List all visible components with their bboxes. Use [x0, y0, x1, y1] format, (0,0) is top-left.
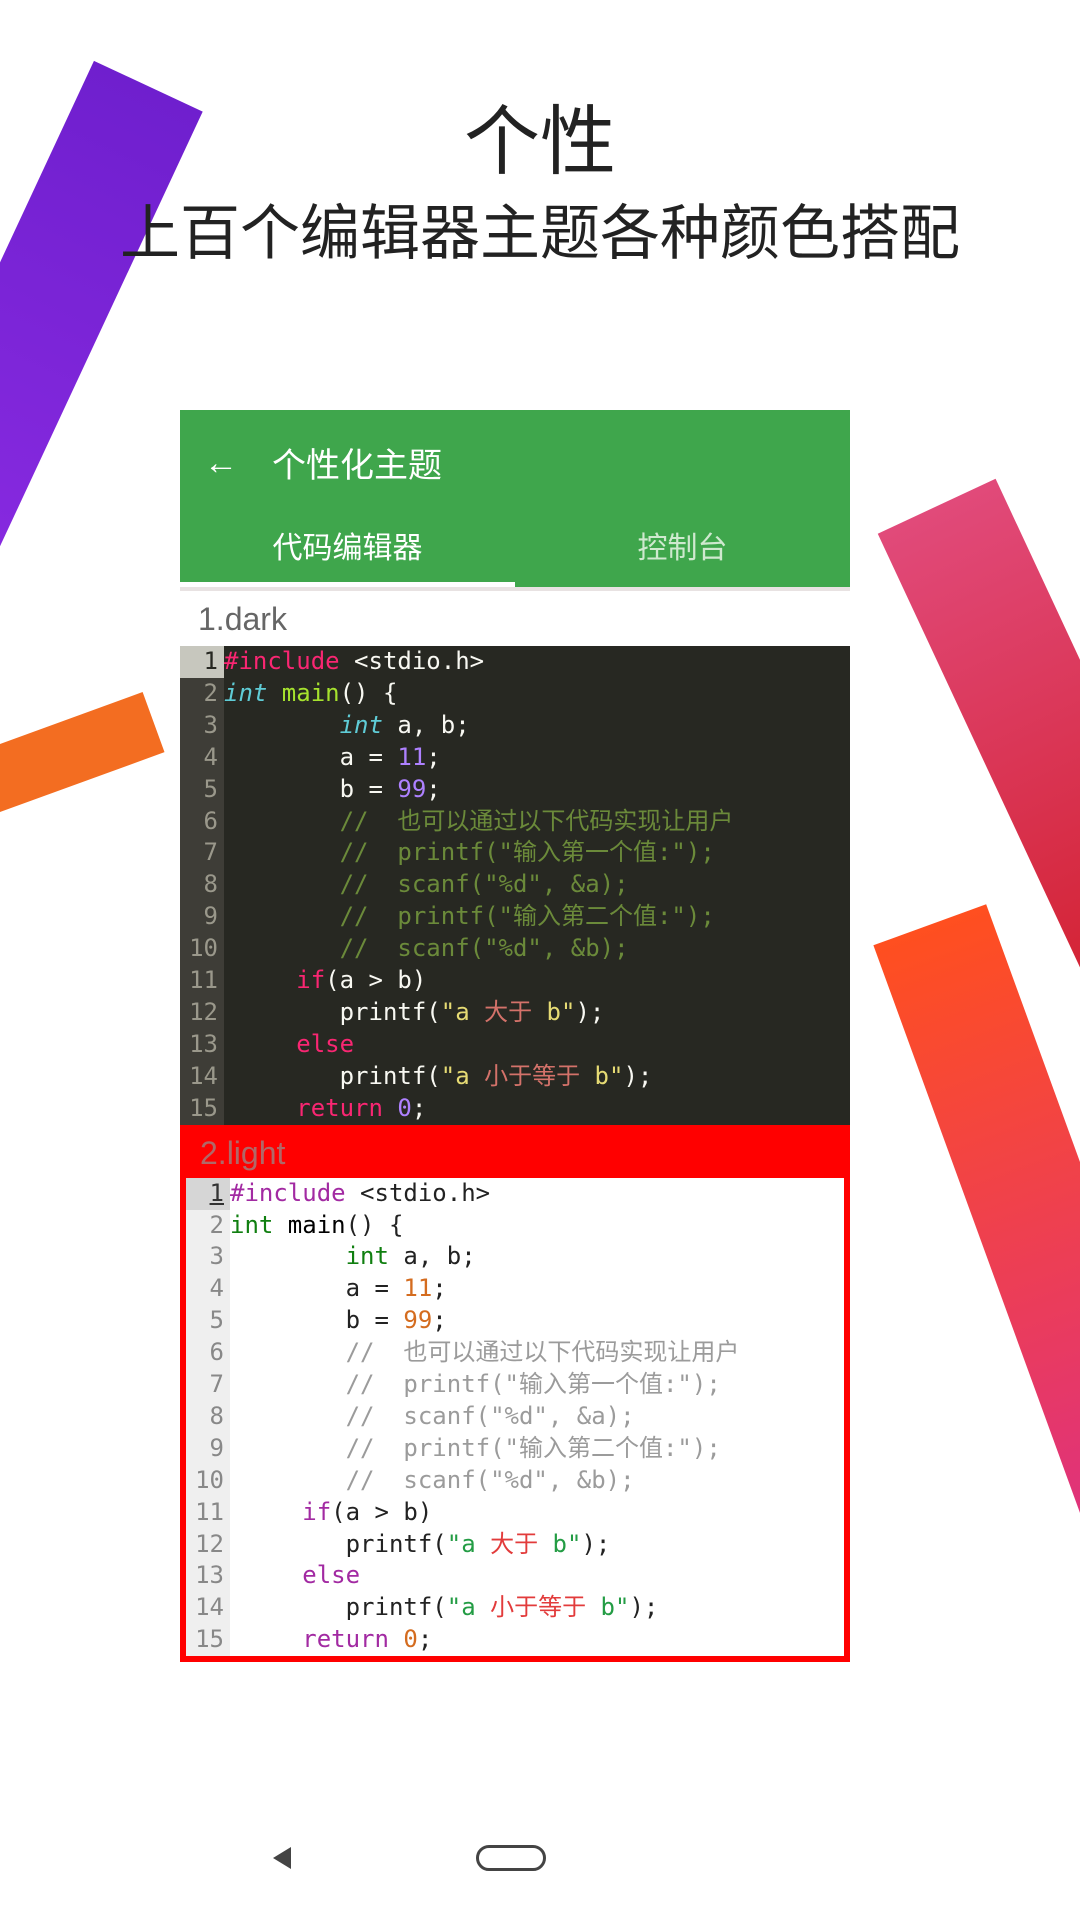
- app-panel: ← 个性化主题 代码编辑器 控制台 1.dark 1#include <stdi…: [180, 410, 850, 1662]
- line-number: 3: [180, 710, 224, 742]
- line-number: 2: [180, 678, 224, 710]
- line-number: 14: [186, 1592, 230, 1624]
- line-number: 1: [180, 646, 224, 678]
- line-number: 13: [186, 1560, 230, 1592]
- decorative-stripe-orange: [0, 692, 165, 848]
- line-number: 5: [186, 1305, 230, 1337]
- promo-subtitle: 上百个编辑器主题各种颜色搭配: [0, 185, 1080, 272]
- line-number: 10: [180, 933, 224, 965]
- decorative-stripe-magenta: [873, 904, 1080, 1716]
- line-number: 4: [180, 742, 224, 774]
- line-number: 3: [186, 1241, 230, 1273]
- line-number: 14: [180, 1061, 224, 1093]
- promo-title: 个性: [0, 80, 1080, 190]
- line-number: 10: [186, 1465, 230, 1497]
- line-number: 8: [180, 869, 224, 901]
- code-preview-light-selected[interactable]: 2.light 1#include <stdio.h> 2int main() …: [180, 1125, 850, 1663]
- line-number: 1: [186, 1178, 230, 1210]
- line-number: 4: [186, 1273, 230, 1305]
- line-number: 12: [180, 997, 224, 1029]
- theme-label-dark: 1.dark: [180, 591, 850, 646]
- line-number: 9: [180, 901, 224, 933]
- line-number: 8: [186, 1401, 230, 1433]
- line-number: 13: [180, 1029, 224, 1061]
- tab-console[interactable]: 控制台: [515, 505, 850, 587]
- nav-back-icon[interactable]: [273, 1847, 291, 1869]
- appbar-title: 个性化主题: [272, 438, 442, 487]
- code-preview-dark[interactable]: 1#include <stdio.h> 2int main() { 3 int …: [180, 646, 850, 1125]
- app-bar: ← 个性化主题 代码编辑器 控制台: [180, 410, 850, 587]
- back-arrow-icon[interactable]: ←: [204, 446, 238, 480]
- code-preview-light: 1#include <stdio.h> 2int main() { 3 int …: [186, 1178, 844, 1657]
- system-nav-bar: [180, 1828, 850, 1888]
- line-number: 6: [180, 806, 224, 838]
- tab-bar: 代码编辑器 控制台: [180, 505, 850, 587]
- line-number: 15: [186, 1624, 230, 1656]
- tab-code-editor[interactable]: 代码编辑器: [180, 505, 515, 587]
- line-number: 11: [186, 1497, 230, 1529]
- line-number: 7: [186, 1369, 230, 1401]
- line-number: 7: [180, 837, 224, 869]
- nav-home-icon[interactable]: [476, 1845, 546, 1871]
- line-number: 2: [186, 1210, 230, 1242]
- line-number: 15: [180, 1093, 224, 1125]
- line-number: 5: [180, 774, 224, 806]
- line-number: 6: [186, 1337, 230, 1369]
- line-number: 9: [186, 1433, 230, 1465]
- line-number: 11: [180, 965, 224, 997]
- line-number: 12: [186, 1529, 230, 1561]
- theme-label-light: 2.light: [200, 1135, 285, 1171]
